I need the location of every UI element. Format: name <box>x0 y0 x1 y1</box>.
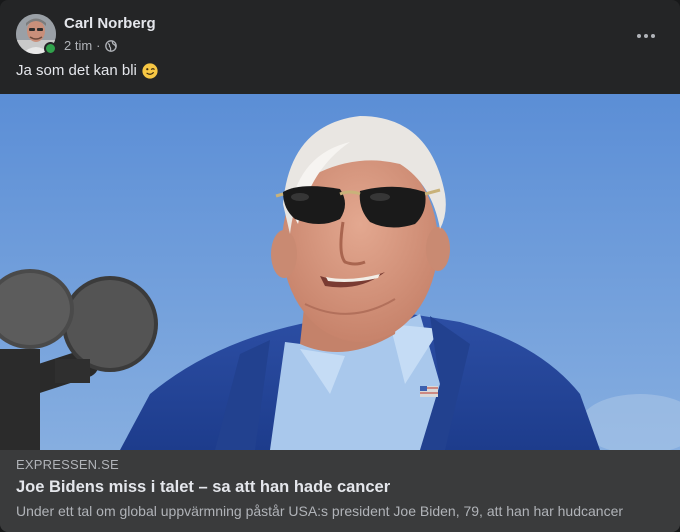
author-name-link[interactable]: Carl Norberg <box>64 15 156 32</box>
post-message-text: Ja som det kan bli <box>16 62 137 79</box>
post-message: Ja som det kan bli <box>16 62 158 79</box>
post-meta: 2 tim · <box>64 38 117 53</box>
more-options-icon[interactable] <box>628 18 664 54</box>
author-avatar[interactable] <box>16 14 57 55</box>
online-status-indicator <box>44 42 57 55</box>
post-header: Carl Norberg 2 tim · <box>16 14 664 58</box>
winking-face-icon <box>142 62 158 79</box>
post-timestamp[interactable]: 2 tim <box>64 38 92 53</box>
link-preview-title[interactable]: Joe Bidens miss i talet – sa att han had… <box>16 478 664 497</box>
post-photo[interactable] <box>0 94 680 450</box>
feed-post: Carl Norberg 2 tim · Ja som det kan bli <box>0 0 680 532</box>
link-preview-description: Under ett tal om global uppvärmning påst… <box>16 503 624 519</box>
link-preview-card[interactable]: EXPRESSEN.SE Joe Bidens miss i talet – s… <box>0 450 680 532</box>
photo-image <box>0 94 680 450</box>
globe-icon[interactable] <box>104 39 117 52</box>
link-preview-domain: EXPRESSEN.SE <box>16 457 119 472</box>
meta-separator: · <box>96 38 101 53</box>
